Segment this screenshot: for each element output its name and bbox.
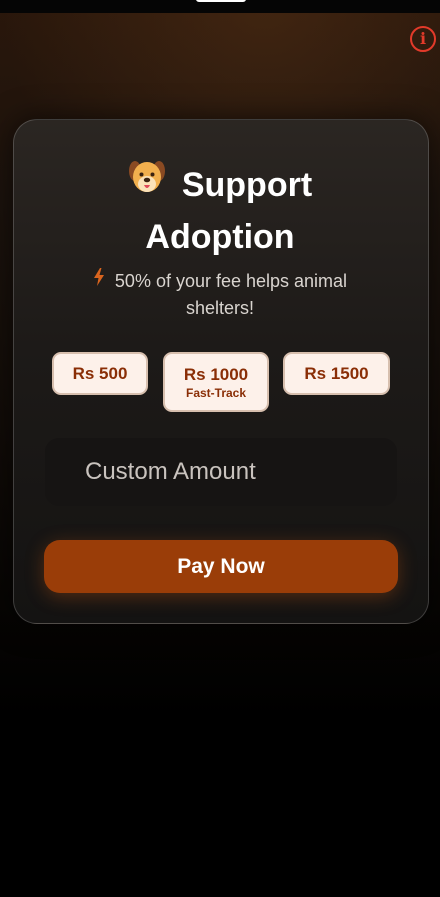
- amount-option-500[interactable]: Rs 500: [52, 352, 148, 395]
- lightning-bolt-icon: [93, 267, 105, 293]
- amount-option-1000[interactable]: Rs 1000 Fast-Track: [163, 352, 269, 412]
- pay-now-label: Pay Now: [177, 555, 265, 578]
- title-line1: Support: [181, 166, 313, 204]
- pay-now-button[interactable]: Pay Now: [44, 540, 398, 593]
- amount-label: Rs 1000: [183, 365, 249, 384]
- amount-option-1500[interactable]: Rs 1500: [283, 352, 390, 395]
- dog-face-icon: [128, 158, 166, 208]
- top-bar: [0, 0, 440, 13]
- amount-label: Rs 500: [72, 364, 128, 383]
- title-line2: Adoption: [145, 218, 295, 257]
- top-handle: [196, 0, 246, 2]
- amount-label: Rs 1500: [304, 364, 369, 383]
- card-title: Support Adoption: [0, 160, 440, 262]
- info-icon[interactable]: i: [410, 26, 436, 52]
- subtitle-text: 50% of your fee helps animal shelters!: [114, 271, 348, 319]
- subtitle: 50% of your fee helps animal shelters!: [60, 268, 380, 321]
- custom-amount-placeholder: Custom Amount: [85, 458, 256, 485]
- amount-sublabel: Fast-Track: [185, 386, 247, 400]
- custom-amount-input[interactable]: Custom Amount: [45, 438, 397, 506]
